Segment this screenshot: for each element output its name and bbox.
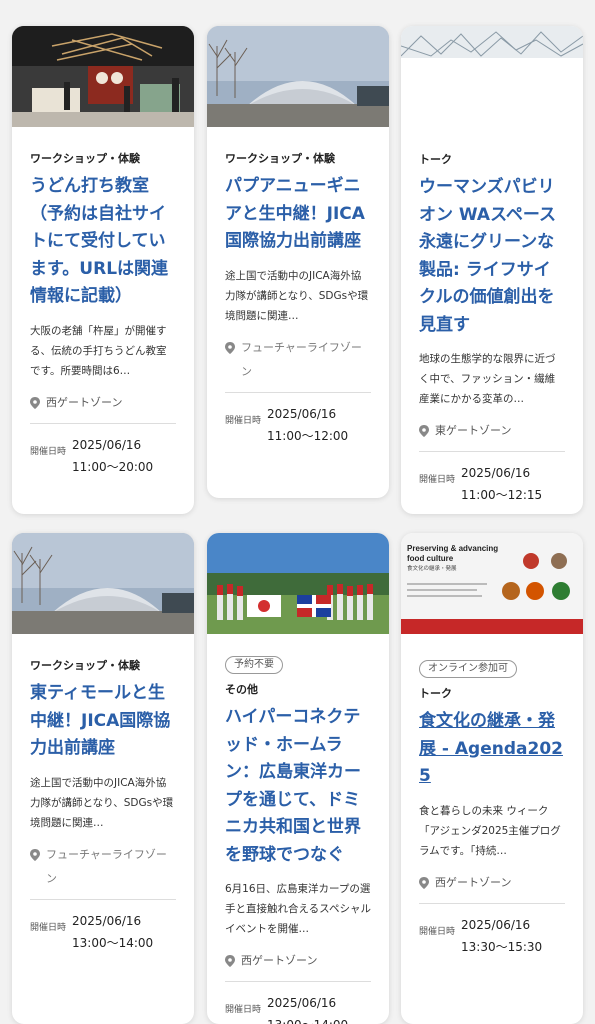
event-thumbnail: [207, 26, 389, 127]
event-zone-label: フューチャーライフゾーン: [46, 847, 167, 885]
datetime-value: 2025/06/16 13:00～14:00: [72, 913, 154, 950]
datetime-value: 2025/06/16 11:00～20:00: [72, 437, 154, 474]
event-description: 食と暮らしの未来 ウィーク「アジェンダ2025主催プログラムです。「持続…: [419, 804, 561, 857]
event-description: 途上国で活動中のJICA海外協力隊が講師となり、SDGsや環境問題に関連…: [225, 269, 369, 322]
event-zone-label: 西ゲートゾーン: [46, 395, 123, 409]
event-datetime: 開催日時 2025/06/16 11:00～12:00: [225, 403, 371, 447]
poster-line2: food culture: [407, 554, 454, 563]
datetime-value: 2025/06/16 13:00～14:00: [267, 996, 348, 1024]
poster-line3: 食文化の継承・発展: [407, 564, 457, 572]
event-card[interactable]: ワークショップ・体験 東ティモールと生中継！JICA国際協力出前講座 途上国で活…: [12, 533, 194, 1024]
datetime-label: 開催日時: [419, 926, 456, 937]
event-title-link[interactable]: うどん打ち教室（予約は自社サイトにて受付しています。URLは関連情報に記載）: [30, 173, 176, 311]
event-card[interactable]: ワークショップ・体験 パプアニューギニアと生中継！JICA国際協力出前講座 途上…: [207, 26, 389, 498]
map-pin-icon: [30, 391, 42, 409]
event-zone-label: 西ゲートゾーン: [435, 875, 512, 889]
datetime-label: 開催日時: [225, 1005, 262, 1015]
event-datetime: 開催日時 2025/06/16 13:00～14:00: [30, 910, 176, 954]
event-description: 6月16日、広島東洋カープの選手と直接触れ合えるスペシャルイベントを開催…: [225, 883, 371, 935]
event-category: その他: [225, 683, 258, 696]
event-title-link[interactable]: パプアニューギニアと生中継！JICA国際協力出前講座: [225, 173, 371, 256]
event-datetime: 開催日時 2025/06/16 13:00～14:00: [225, 992, 371, 1024]
event-card[interactable]: Preserving & advancing food culture 食文化の…: [401, 533, 583, 1024]
event-category: トーク: [419, 687, 452, 700]
no-reservation-badge: 予約不要: [225, 656, 283, 674]
datetime-label: 開催日時: [225, 415, 262, 426]
event-category: トーク: [419, 153, 452, 166]
event-zone: フューチャーライフゾーン: [225, 336, 371, 393]
datetime-label: 開催日時: [419, 475, 456, 485]
datetime-value: 2025/06/16 11:00～12:00: [267, 406, 349, 443]
poster-line1: Preserving & advancing: [407, 544, 498, 553]
event-zone-label: 東ゲートゾーン: [435, 424, 512, 437]
event-thumbnail: [207, 533, 389, 634]
event-zone-label: 西ゲートゾーン: [241, 954, 318, 967]
datetime-value: 2025/06/16 11:00～12:15: [461, 466, 543, 502]
event-thumbnail: [12, 533, 194, 634]
event-card[interactable]: ワークショップ・体験 うどん打ち教室（予約は自社サイトにて受付しています。URL…: [12, 26, 194, 514]
event-title-link[interactable]: ウーマンズパビリオン WAスペース 永遠にグリーンな製品: ライフサイクルの価値…: [419, 174, 565, 339]
online-participation-badge: オンライン参加可: [419, 660, 517, 678]
map-pin-icon: [419, 419, 431, 437]
map-pin-icon: [419, 871, 431, 889]
event-thumbnail: [12, 26, 194, 127]
datetime-label: 開催日時: [30, 446, 67, 457]
event-thumbnail: [401, 26, 583, 58]
event-category: ワークショップ・体験: [225, 152, 335, 165]
event-category: ワークショップ・体験: [30, 152, 140, 165]
map-pin-icon: [225, 949, 237, 967]
event-card-grid: ワークショップ・体験 うどん打ち教室（予約は自社サイトにて受付しています。URL…: [0, 0, 595, 1024]
event-card[interactable]: 予約不要 その他 ハイパーコネクテッド・ホームラン：広島東洋カープを通じて、ドミ…: [207, 533, 389, 1024]
event-datetime: 開催日時 2025/06/16 13:30～15:30: [419, 914, 565, 958]
event-datetime: 開催日時 2025/06/16 11:00～12:15: [419, 462, 565, 506]
event-title-link[interactable]: 食文化の継承・発展 - Agenda2025: [419, 708, 565, 791]
event-category: ワークショップ・体験: [30, 659, 140, 672]
map-pin-icon: [30, 843, 42, 861]
event-card[interactable]: トーク ウーマンズパビリオン WAスペース 永遠にグリーンな製品: ライフサイク…: [401, 26, 583, 514]
event-title-link[interactable]: ハイパーコネクテッド・ホームラン：広島東洋カープを通じて、ドミニカ共和国と世界を…: [225, 704, 371, 869]
event-description: 途上国で活動中のJICA海外協力隊が講師となり、SDGsや環境問題に関連…: [30, 776, 174, 829]
event-datetime: 開催日時 2025/06/16 11:00～20:00: [30, 434, 176, 478]
event-zone: 西ゲートゾーン: [225, 949, 371, 982]
event-zone: 東ゲートゾーン: [419, 419, 565, 452]
datetime-value: 2025/06/16 13:30～15:30: [461, 917, 543, 954]
event-title-link[interactable]: 東ティモールと生中継！JICA国際協力出前講座: [30, 680, 176, 763]
datetime-label: 開催日時: [30, 922, 67, 933]
event-description: 地球の生態学的な限界に近づく中で、ファッション・繊維産業にかかる変革の…: [419, 353, 556, 405]
event-zone: 西ゲートゾーン: [30, 391, 176, 424]
map-pin-icon: [225, 336, 237, 354]
event-thumbnail: Preserving & advancing food culture 食文化の…: [401, 533, 583, 634]
event-description: 大阪の老舗「杵屋」が開催する、伝統の手打ちうどん教室です。所要時間は6…: [30, 324, 167, 377]
event-zone: 西ゲートゾーン: [419, 871, 565, 904]
event-zone: フューチャーライフゾーン: [30, 843, 176, 900]
event-zone-label: フューチャーライフゾーン: [241, 340, 362, 378]
